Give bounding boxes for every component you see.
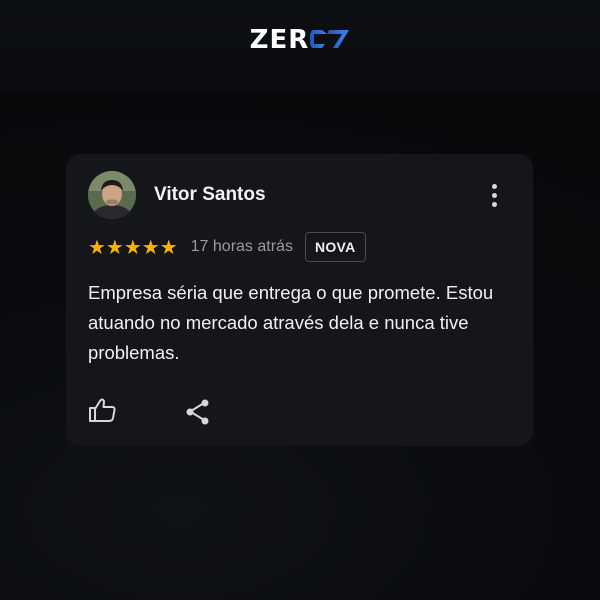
avatar xyxy=(88,171,136,219)
thumb-up-icon[interactable] xyxy=(88,397,118,425)
logo-text: ZER xyxy=(249,25,310,55)
review-card: Vitor Santos ★★★★★ 17 horas atrás NOVA E… xyxy=(66,154,533,446)
review-meta: ★★★★★ 17 horas atrás NOVA xyxy=(88,231,366,263)
star-rating: ★★★★★ xyxy=(88,237,178,257)
more-vertical-icon[interactable] xyxy=(484,180,504,210)
new-badge: NOVA xyxy=(304,232,366,262)
review-timestamp: 17 horas atrás xyxy=(190,238,293,255)
share-icon[interactable] xyxy=(184,398,214,426)
review-text: Empresa séria que entrega o que promete.… xyxy=(88,282,494,363)
author-name: Vitor Santos xyxy=(154,184,266,205)
brand-07-mark-icon xyxy=(310,27,350,56)
brand-logo: ZER xyxy=(0,22,600,58)
star-rating-stars: ★★★★★ xyxy=(88,235,178,259)
